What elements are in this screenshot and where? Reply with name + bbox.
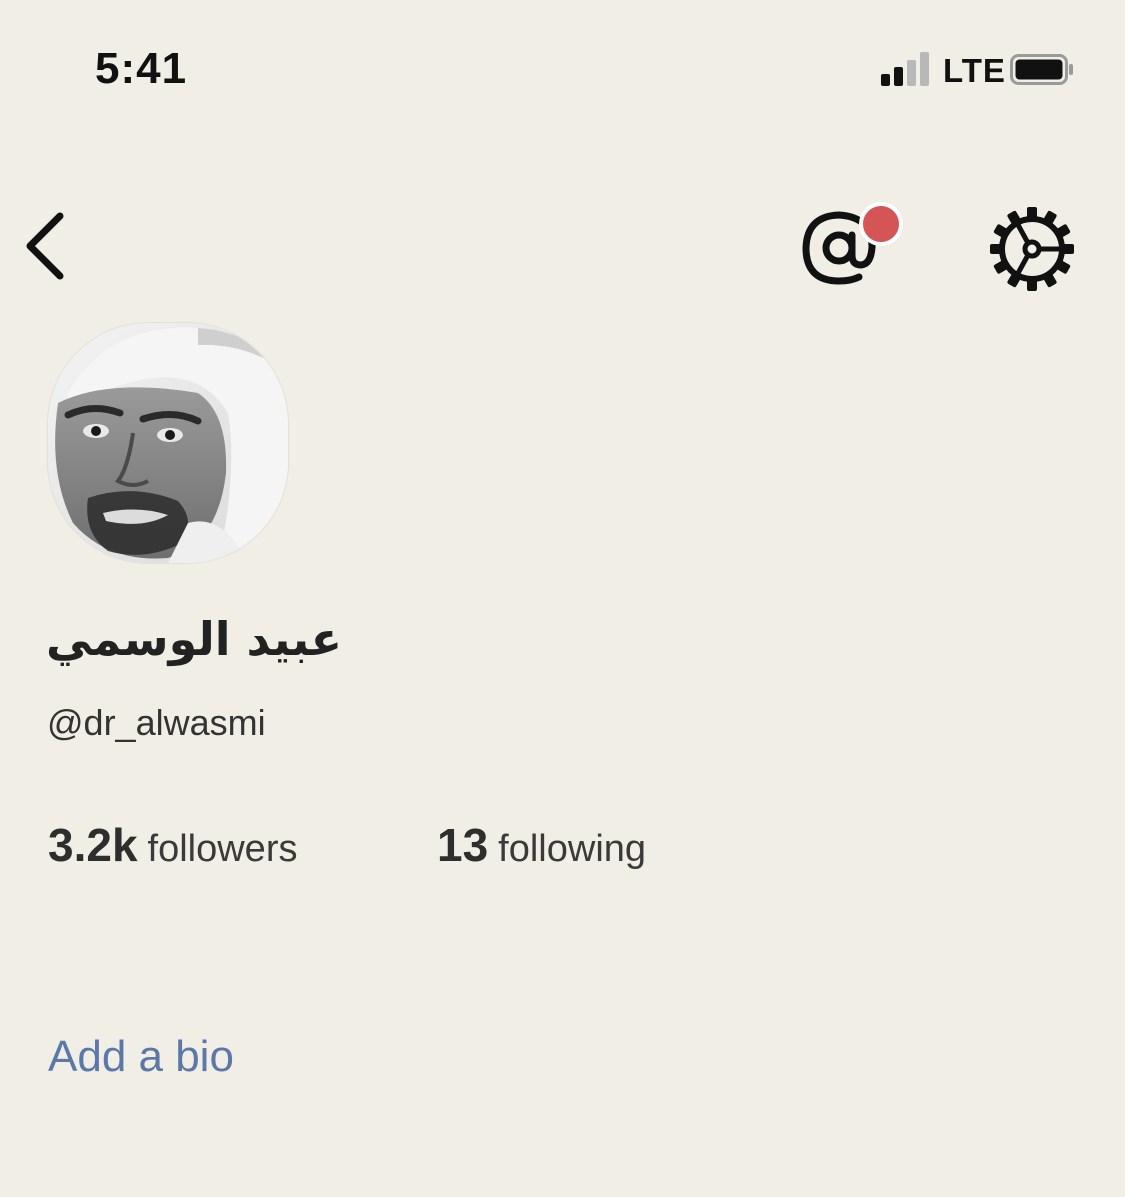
back-button[interactable] [20, 210, 80, 280]
gear-icon [990, 207, 1074, 291]
add-bio-button[interactable]: Add a bio [48, 1032, 234, 1082]
profile-stats: 3.2k followers 13 following [48, 818, 948, 888]
network-type: LTE [943, 52, 1006, 89]
settings-button[interactable] [985, 202, 1079, 296]
followers-count: 3.2k [48, 819, 138, 871]
status-bar: 5:41 LTE [0, 0, 1125, 140]
notification-dot [859, 202, 903, 246]
followers-label: followers [147, 828, 298, 870]
following-label: following [498, 828, 647, 870]
mentions-button[interactable] [798, 195, 908, 295]
following-link[interactable]: 13 following [437, 818, 646, 872]
battery-icon [1010, 54, 1073, 85]
profile-photo [48, 323, 288, 563]
chevron-left-icon [26, 212, 64, 280]
nav-bar [0, 190, 1125, 300]
cellular-signal-icon [881, 52, 933, 86]
followers-link[interactable]: 3.2k followers [48, 818, 297, 872]
display-name: عبيد الوسمي [46, 612, 343, 666]
following-count: 13 [437, 819, 489, 871]
avatar[interactable] [48, 323, 288, 563]
username: @dr_alwasmi [47, 702, 266, 743]
status-time: 5:41 [95, 44, 188, 93]
